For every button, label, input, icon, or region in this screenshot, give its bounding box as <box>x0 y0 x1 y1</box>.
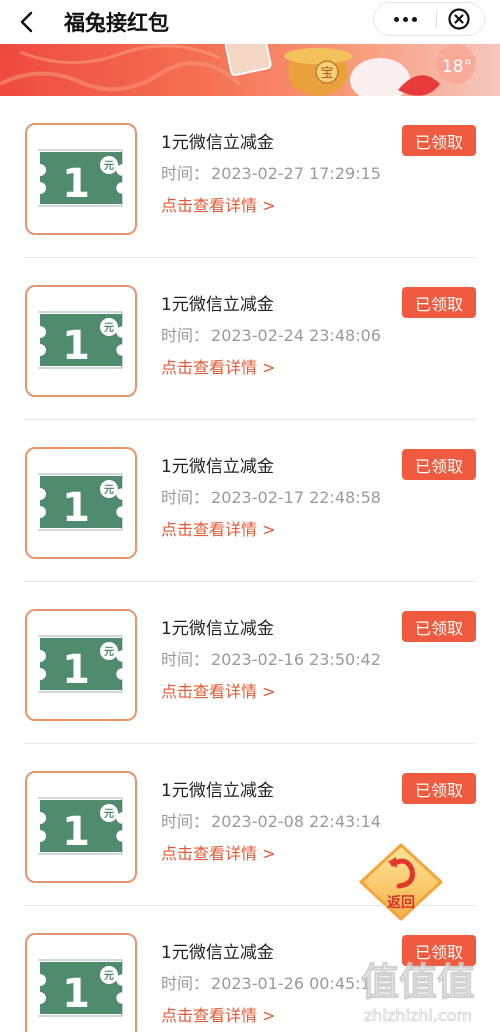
watermark-text: zhizhizhi.com <box>364 1006 472 1025</box>
view-details-link[interactable]: 点击查看详情 > <box>161 192 276 216</box>
coupon-item[interactable]: 1 元 1元微信立减金 时间： 2023-02-16 23:50:42 点击查看详… <box>24 582 476 744</box>
coupon-name: 1元微信立减金 <box>161 781 274 801</box>
coupon-unit: 元 <box>104 970 114 982</box>
coupon-unit: 元 <box>104 646 114 658</box>
time-label: 时间： <box>161 650 210 669</box>
ticket-icon: 1 元 <box>38 473 123 531</box>
coupon-thumbnail: 1 元 <box>25 771 137 883</box>
time-value: 2023-02-27 17:29:15 <box>211 164 381 183</box>
svg-text:宝: 宝 <box>320 66 333 81</box>
time-value: 2023-02-08 22:43:14 <box>211 812 381 831</box>
coupon-name: 1元微信立减金 <box>161 133 274 153</box>
page-title: 福兔接红包 <box>64 11 169 35</box>
ticket-icon: 1 元 <box>38 149 123 207</box>
header-banner: 宝 18° <box>0 44 500 96</box>
more-menu-icon[interactable] <box>374 3 436 35</box>
time-value: 2023-02-24 23:48:06 <box>211 326 381 345</box>
time-label: 时间： <box>161 164 210 183</box>
view-details-link[interactable]: 点击查看详情 > <box>161 1002 276 1026</box>
coupon-time: 时间： 2023-02-27 17:29:15 <box>161 160 381 184</box>
time-label: 时间： <box>161 974 210 993</box>
coupon-item[interactable]: 1 元 1元微信立减金 时间： 2023-02-17 22:48:58 点击查看详… <box>24 420 476 582</box>
claimed-status-button[interactable]: 已领取 <box>402 611 476 642</box>
coupon-time: 时间： 2023-02-08 22:43:14 <box>161 808 381 832</box>
coupon-name: 1元微信立减金 <box>161 295 274 315</box>
coupon-amount: 1 <box>62 971 90 1017</box>
red-envelope-icon <box>224 44 272 77</box>
coupon-amount: 1 <box>62 647 90 693</box>
banner-illustration: 宝 18° <box>0 44 476 96</box>
ticket-icon: 1 元 <box>38 959 123 1017</box>
coupon-time: 时间： 2023-02-24 23:48:06 <box>161 322 381 346</box>
watermark-glyphs: 值值值 <box>361 960 475 1004</box>
view-details-link[interactable]: 点击查看详情 > <box>161 840 276 864</box>
coupon-amount: 1 <box>62 485 90 531</box>
coupon-name: 1元微信立减金 <box>161 619 274 639</box>
coupon-unit: 元 <box>104 808 114 820</box>
claimed-status-button[interactable]: 已领取 <box>402 449 476 480</box>
coupon-thumbnail: 1 元 <box>25 447 137 559</box>
view-details-link[interactable]: 点击查看详情 > <box>161 516 276 540</box>
time-value: 2023-02-16 23:50:42 <box>211 650 381 669</box>
time-label: 时间： <box>161 812 210 831</box>
coupon-thumbnail: 1 元 <box>25 285 137 397</box>
time-label: 时间： <box>161 326 210 345</box>
claimed-status-button[interactable]: 已领取 <box>402 125 476 156</box>
view-details-link[interactable]: 点击查看详情 > <box>161 354 276 378</box>
coupon-unit: 元 <box>104 484 114 496</box>
ticket-icon: 1 元 <box>38 311 123 369</box>
coupon-name: 1元微信立减金 <box>161 457 274 477</box>
claimed-status-button[interactable]: 已领取 <box>402 773 476 804</box>
coupon-unit: 元 <box>104 322 114 334</box>
coupon-amount: 1 <box>62 161 90 207</box>
back-arrow-icon[interactable] <box>14 8 42 36</box>
coupon-item[interactable]: 1 元 1元微信立减金 时间： 2023-02-24 23:48:06 点击查看详… <box>24 258 476 420</box>
return-label: 返回 <box>387 894 415 911</box>
time-value: 2023-02-17 22:48:58 <box>211 488 381 507</box>
coupon-amount: 1 <box>62 809 90 855</box>
watermark-logo: 值值值 zhizhizhi.com <box>360 960 475 1026</box>
close-circle-icon[interactable] <box>437 3 485 35</box>
return-button[interactable]: 返回 <box>355 842 447 922</box>
coupon-time: 时间： 2023-02-17 22:48:58 <box>161 484 381 508</box>
coupon-item[interactable]: 1 元 1元微信立减金 时间： 2023-02-27 17:29:15 点击查看详… <box>24 96 476 258</box>
coupon-thumbnail: 1 元 <box>25 609 137 721</box>
coupon-unit: 元 <box>104 160 114 172</box>
coupon-time: 时间： 2023-02-16 23:50:42 <box>161 646 381 670</box>
claimed-status-button[interactable]: 已领取 <box>402 287 476 318</box>
coupon-thumbnail: 1 元 <box>25 123 137 235</box>
view-details-link[interactable]: 点击查看详情 > <box>161 678 276 702</box>
mini-program-capsule <box>373 2 485 36</box>
coupon-thumbnail: 1 元 <box>25 933 137 1032</box>
time-label: 时间： <box>161 488 210 507</box>
temperature-badge: 18° <box>442 57 472 77</box>
title-bar: 福兔接红包 <box>0 0 500 44</box>
ticket-icon: 1 元 <box>38 635 123 693</box>
ticket-icon: 1 元 <box>38 797 123 855</box>
coupon-amount: 1 <box>62 323 90 369</box>
coupon-name: 1元微信立减金 <box>161 943 274 963</box>
